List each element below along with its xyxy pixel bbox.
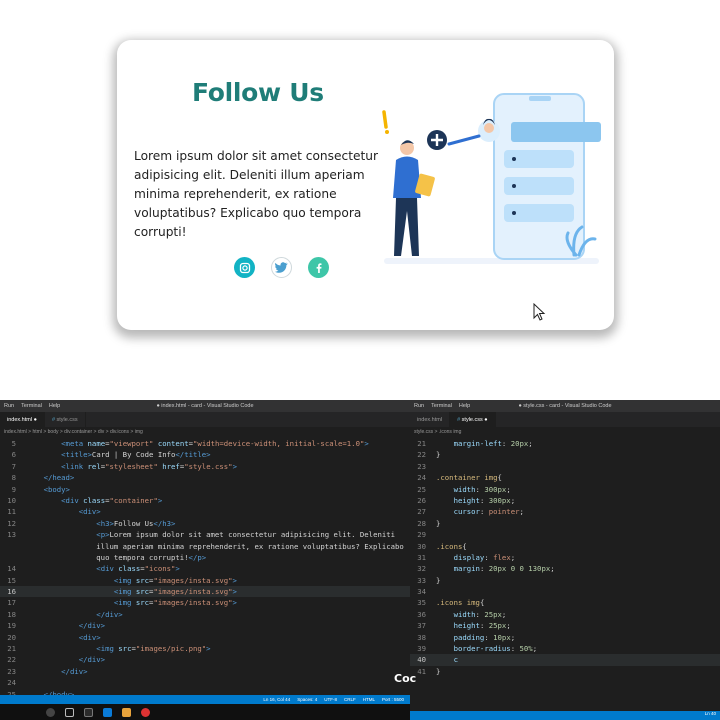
- browser-icon[interactable]: [141, 707, 150, 717]
- status-bar: Ln 16, Col 44 Spaces: 4 UTF-8 CRLF HTML …: [0, 695, 410, 704]
- tab-label: style.css: [461, 416, 483, 423]
- tab-index-html[interactable]: index.html: [410, 412, 451, 427]
- task-view-icon[interactable]: [65, 707, 74, 717]
- search-icon[interactable]: [46, 707, 55, 717]
- social-icons: [234, 257, 329, 278]
- editor-tabs: index.html # style.css ●: [410, 412, 720, 427]
- status-spaces[interactable]: Spaces: 4: [297, 697, 317, 702]
- status-cursor-pos[interactable]: Ln 16, Col 44: [263, 697, 290, 702]
- watermark: Coc: [394, 672, 417, 685]
- tab-label: index.html: [7, 416, 33, 423]
- css-editor: Run Terminal Help ● style.css - card - V…: [410, 400, 720, 720]
- mouse-cursor-icon: [533, 303, 546, 321]
- browser-preview: Follow Us Lorem ipsum dolor sit amet con…: [0, 0, 720, 400]
- code-area[interactable]: 21 margin-left: 20px; 22} 23 24 .containe…: [410, 437, 720, 677]
- window-title: ● index.html - card - Visual Studio Code: [156, 403, 254, 409]
- breadcrumb[interactable]: style.css > .icons img: [410, 427, 720, 437]
- breadcrumb[interactable]: index.html > html > body > div.container…: [0, 427, 410, 437]
- illustration: [382, 93, 601, 264]
- status-language[interactable]: HTML: [363, 697, 375, 702]
- follow-card: Follow Us Lorem ipsum dolor sit amet con…: [117, 40, 614, 330]
- tab-style-css[interactable]: # style.css: [45, 412, 86, 427]
- menu-bar: Run Terminal Help ● style.css - card - V…: [410, 400, 720, 412]
- status-bar[interactable]: Ln 40: [410, 711, 720, 720]
- vscode-icon[interactable]: [103, 707, 112, 717]
- status-eol[interactable]: CRLF: [344, 697, 356, 702]
- code-area[interactable]: 5 <meta name="viewport" content="width=d…: [0, 437, 410, 700]
- status-encoding[interactable]: UTF-8: [324, 697, 337, 702]
- terminal-icon[interactable]: [84, 707, 93, 717]
- card-paragraph: Lorem ipsum dolor sit amet consectetur a…: [134, 149, 378, 239]
- tab-label: style.css: [56, 416, 78, 423]
- card-title: Follow Us: [192, 78, 324, 107]
- editor-tabs: index.html ● # style.css: [0, 412, 410, 427]
- status-port[interactable]: Port : 5500: [382, 697, 404, 702]
- taskbar: [0, 704, 410, 720]
- tab-label: index.html: [417, 416, 443, 423]
- instagram-icon[interactable]: [234, 257, 255, 278]
- folder-icon[interactable]: [122, 707, 131, 717]
- facebook-icon[interactable]: [308, 257, 329, 278]
- tab-style-css[interactable]: # style.css ●: [450, 412, 496, 427]
- menu-bar: Run Terminal Help ● index.html - card - …: [0, 400, 410, 412]
- html-editor: Run Terminal Help ● index.html - card - …: [0, 400, 410, 720]
- twitter-icon[interactable]: [271, 257, 292, 278]
- tab-index-html[interactable]: index.html ●: [0, 412, 45, 427]
- window-title: ● style.css - card - Visual Studio Code: [518, 403, 612, 409]
